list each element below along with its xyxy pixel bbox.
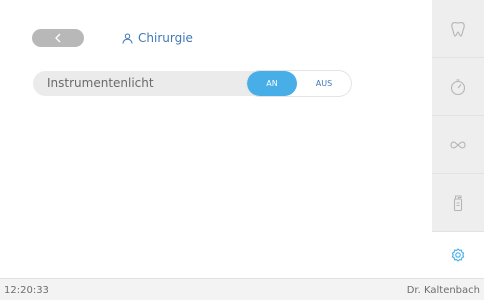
instrument-light-toggle[interactable]: AN AUS [247,71,351,96]
toggle-on-option[interactable]: AN [247,71,297,96]
user-name: Dr. Kaltenbach [406,285,480,296]
spray-bottle-icon [453,195,463,212]
link-icon [450,141,466,149]
sidebar-item-link[interactable] [432,116,484,174]
person-icon [122,33,133,44]
main-panel: Chirurgie Instrumentenlicht AN AUS [0,0,432,278]
instrument-light-label: Instrumentenlicht [47,76,154,90]
profile-selector[interactable]: Chirurgie [122,31,193,45]
profile-label: Chirurgie [138,31,193,45]
tooth-icon [451,22,465,37]
sidebar-item-timer[interactable] [432,58,484,116]
timer-icon [450,79,466,96]
sidebar-item-tooth[interactable] [432,0,484,58]
back-button[interactable] [32,29,84,47]
status-bar: 12:20:33 Dr. Kaltenbach [0,278,484,300]
sidebar-item-spray[interactable] [432,174,484,232]
gear-icon [451,248,465,262]
clock: 12:20:33 [4,285,49,296]
screen: Chirurgie Instrumentenlicht AN AUS 12:20… [0,0,484,300]
sidebar [432,0,484,278]
toggle-off-option[interactable]: AUS [297,71,351,96]
sidebar-item-settings[interactable] [432,232,484,278]
chevron-left-icon [55,33,61,43]
